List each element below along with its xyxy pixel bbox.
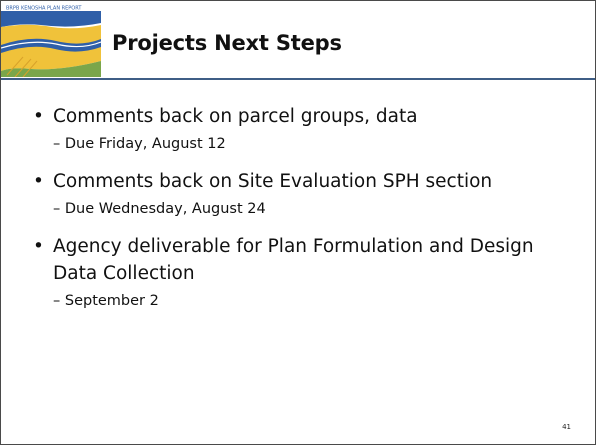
sub-bullet-text: – Due Wednesday, August 24 <box>53 201 266 217</box>
logo-icon: BRPB KENOSHA PLAN REPORT <box>1 1 101 77</box>
slide-title: Projects Next Steps <box>112 31 342 55</box>
slide: BRPB KENOSHA PLAN REPORT Projects Next S… <box>0 0 596 445</box>
sub-bullet-text: – Due Friday, August 12 <box>53 136 226 152</box>
page-number: 41 <box>562 423 571 431</box>
title-divider <box>1 78 595 80</box>
sub-bullet-text: – September 2 <box>53 293 159 309</box>
list-item: Comments back on Site Evaluation SPH sec… <box>33 168 573 220</box>
bullet-text: Comments back on parcel groups, data <box>33 103 573 130</box>
svg-text:BRPB KENOSHA PLAN REPORT: BRPB KENOSHA PLAN REPORT <box>6 6 82 12</box>
bullet-text: Comments back on Site Evaluation SPH sec… <box>33 168 573 195</box>
list-item: Agency deliverable for Plan Formulation … <box>33 233 573 312</box>
bullet-list: Comments back on parcel groups, data – D… <box>33 103 573 325</box>
list-item: Comments back on parcel groups, data – D… <box>33 103 573 155</box>
bullet-text: Agency deliverable for Plan Formulation … <box>33 233 573 287</box>
